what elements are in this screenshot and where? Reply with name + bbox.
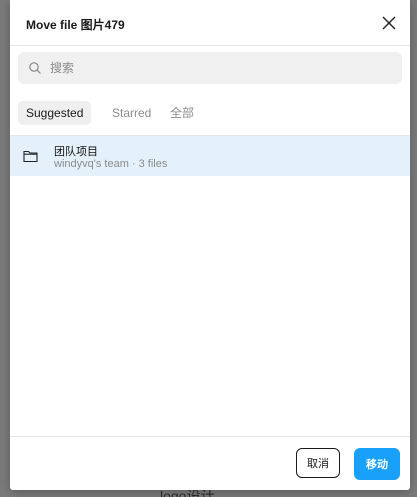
cancel-button[interactable]: 取消: [296, 448, 340, 478]
dialog-header: Move file 图片479: [10, 0, 410, 46]
search-icon: [29, 62, 41, 74]
close-icon: [382, 16, 396, 30]
move-button[interactable]: 移动: [354, 448, 400, 480]
tab-starred[interactable]: Starred: [104, 101, 159, 125]
tab-all[interactable]: 全部: [162, 101, 202, 125]
tab-suggested[interactable]: Suggested: [18, 101, 92, 125]
folder-name: 团队项目: [54, 146, 98, 158]
dialog-title: Move file 图片479: [26, 18, 125, 32]
folder-item[interactable]: 团队项目 windyvq's team · 3 files: [10, 136, 410, 176]
folder-icon: [23, 150, 38, 163]
search-input[interactable]: [48, 52, 390, 84]
move-file-dialog: Move file 图片479 Suggested Starred 全部 团队项…: [10, 0, 410, 490]
folder-meta: windyvq's team · 3 files: [54, 158, 168, 170]
search-box[interactable]: [18, 52, 402, 84]
footer-divider: [10, 436, 410, 437]
close-button[interactable]: [380, 14, 398, 32]
